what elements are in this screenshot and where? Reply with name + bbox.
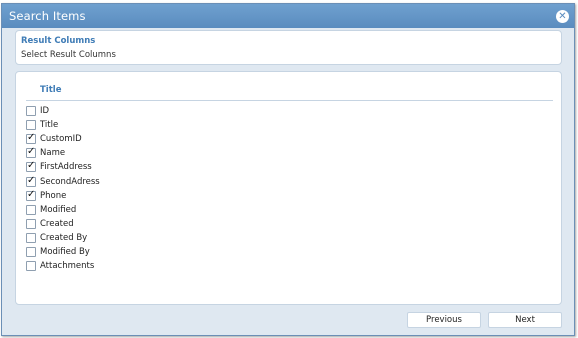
column-option-label: Title (40, 120, 59, 131)
column-checkbox[interactable]: ✓ (26, 160, 36, 173)
checkmark-icon: ✓ (27, 146, 36, 158)
columns-list-header: Title (40, 85, 62, 95)
column-option-label: CustomID (40, 134, 82, 145)
header-divider (26, 100, 553, 101)
column-option-row[interactable]: ✓ Created (26, 218, 74, 230)
column-option-row[interactable]: ✓ Modified By (26, 246, 90, 258)
dialog-title: Search Items (9, 9, 86, 23)
column-checkbox[interactable]: ✓ (26, 247, 36, 257)
columns-list-panel: Title ✓ ID ✓ Title ✓ CustomID ✓ Name ✓ FirstAddre… (15, 71, 562, 305)
column-option-row[interactable]: ✓ Name (26, 146, 66, 159)
column-checkbox[interactable]: ✓ (26, 120, 36, 131)
column-checkbox[interactable]: ✓ (26, 218, 36, 229)
column-option-label: Modified (40, 204, 77, 215)
result-columns-subtitle: Select Result Columns (21, 50, 116, 60)
column-checkbox[interactable]: ✓ (26, 132, 36, 145)
checkmark-icon: ✓ (27, 160, 36, 172)
previous-button[interactable]: Previous (407, 312, 481, 328)
column-checkbox[interactable]: ✓ (26, 204, 36, 215)
column-option-label: Created (40, 218, 74, 229)
column-option-label: Attachments (40, 261, 95, 272)
column-checkbox[interactable]: ✓ (26, 232, 36, 243)
column-option-label: SecondAdress (40, 176, 100, 187)
column-checkbox[interactable]: ✓ (26, 106, 36, 116)
column-option-label: FirstAddress (40, 162, 92, 173)
dialog-titlebar: Search Items ✕ (2, 4, 574, 28)
checkmark-icon: ✓ (27, 174, 36, 186)
search-items-dialog: Search Items ✕ Result Columns Select Res… (1, 3, 575, 336)
result-columns-panel: Result Columns Select Result Columns (15, 30, 562, 65)
next-button[interactable]: Next (488, 312, 562, 328)
close-icon[interactable]: ✕ (556, 10, 569, 23)
column-option-row[interactable]: ✓ Modified (26, 204, 76, 216)
column-option-label: ID (40, 106, 50, 116)
column-option-row[interactable]: ✓ CustomID (26, 132, 82, 145)
column-option-row[interactable]: ✓ ID (26, 105, 49, 117)
column-checkbox[interactable]: ✓ (26, 174, 36, 187)
column-option-row[interactable]: ✓ SecondAdress (26, 174, 100, 188)
checkmark-icon: ✓ (27, 188, 36, 200)
column-option-label: Name (40, 148, 66, 159)
column-option-row[interactable]: ✓ Attachments (26, 260, 94, 272)
column-checkbox[interactable]: ✓ (26, 188, 36, 201)
result-columns-heading: Result Columns (21, 36, 96, 46)
column-option-label: Phone (40, 190, 67, 201)
column-option-label: Created By (40, 232, 88, 243)
column-checkbox[interactable]: ✓ (26, 146, 36, 159)
column-option-row[interactable]: ✓ Phone (26, 188, 67, 202)
column-option-row[interactable]: ✓ Title (26, 119, 58, 131)
checkmark-icon: ✓ (27, 132, 36, 144)
column-option-row[interactable]: ✓ FirstAddress (26, 160, 92, 173)
column-option-row[interactable]: ✓ Created By (26, 232, 87, 244)
column-checkbox[interactable]: ✓ (26, 261, 36, 272)
column-option-label: Modified By (40, 247, 90, 257)
